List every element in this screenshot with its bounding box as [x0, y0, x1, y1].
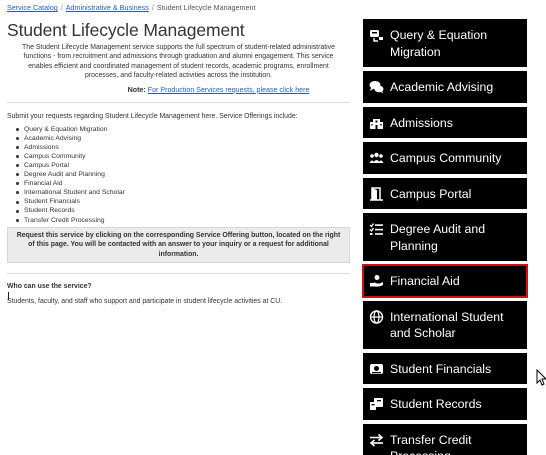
- chat-bubbles-icon: [369, 80, 384, 94]
- degree-audit-planning-button[interactable]: Degree Audit and Planning: [363, 213, 527, 261]
- financial-aid-button[interactable]: Financial Aid: [362, 264, 528, 298]
- button-label: Admissions: [390, 115, 453, 130]
- breadcrumb: Service Catalog / Administrative & Busines…: [7, 3, 256, 12]
- page-title: Student Lifecycle Management: [7, 20, 245, 40]
- id-card-icon: [369, 397, 384, 411]
- breadcrumb-separator: /: [60, 3, 63, 12]
- divider: [7, 101, 350, 103]
- building-icon: [369, 116, 384, 130]
- list-item: International Student and Scholar: [16, 188, 350, 197]
- database-arrows-icon: [369, 28, 384, 42]
- users-icon: [369, 151, 384, 165]
- offering-list: Query & Equation Migration Academic Advi…: [7, 125, 350, 225]
- list-item: Academic Advising: [16, 134, 350, 143]
- button-label: Financial Aid: [390, 274, 460, 288]
- submit-text: Submit your requests regarding Student L…: [7, 112, 298, 120]
- note-label: Note:: [127, 85, 146, 94]
- list-item: Transfer Credit Processing: [16, 216, 350, 225]
- hand-money-icon: [369, 274, 384, 288]
- text-cursor: [8, 292, 9, 300]
- checklist-icon: [369, 222, 384, 236]
- query-equation-migration-button[interactable]: Query & Equation Migration: [363, 19, 527, 67]
- academic-advising-button[interactable]: Academic Advising: [363, 71, 527, 103]
- service-offerings-sidebar: Query & Equation Migration Academic Advi…: [362, 19, 528, 455]
- main-content: Student Lifecycle Management The Student…: [7, 20, 350, 306]
- campus-portal-button[interactable]: Campus Portal: [363, 177, 527, 209]
- campus-community-button[interactable]: Campus Community: [363, 142, 527, 174]
- who-can-use-text: Students, faculty, and staff who support…: [7, 298, 283, 306]
- list-item: Degree Audit and Planning: [16, 170, 350, 179]
- list-item: Campus Portal: [16, 161, 350, 170]
- divider: [7, 273, 350, 275]
- button-label: Transfer Credit Processing: [390, 432, 472, 455]
- student-records-button[interactable]: Student Records: [363, 388, 527, 420]
- list-item: Campus Community: [16, 152, 350, 161]
- production-note: Note: For Production Services requests, …: [7, 86, 350, 95]
- mouse-pointer-icon: [536, 368, 546, 387]
- request-instructions-box: Request this service by clicking on the …: [7, 226, 350, 264]
- student-financials-button[interactable]: Student Financials: [363, 352, 527, 384]
- breadcrumb-current: Student Lifecycle Management: [156, 3, 256, 12]
- button-label: Academic Advising: [390, 80, 494, 94]
- list-item: Student Financials: [16, 197, 350, 206]
- button-label: Campus Community: [390, 151, 502, 165]
- service-description: The Student Lifecycle Management service…: [22, 44, 335, 80]
- button-label: Student Financials: [390, 361, 492, 376]
- transfer-credit-processing-button[interactable]: Transfer Credit Processing: [363, 423, 527, 455]
- list-item: Query & Equation Migration: [16, 125, 350, 134]
- door-icon: [369, 186, 384, 201]
- breadcrumb-service-catalog[interactable]: Service Catalog: [7, 3, 58, 12]
- button-label: Query & Equation Migration: [390, 28, 488, 59]
- page: Service Catalog / Administrative & Busines…: [0, 0, 546, 455]
- who-can-use-heading: Who can use the service?: [7, 283, 92, 291]
- breadcrumb-separator: /: [151, 3, 154, 12]
- button-label: Campus Portal: [390, 186, 472, 201]
- button-label: International Student and Scholar: [390, 309, 504, 341]
- list-item: Admissions: [16, 143, 350, 152]
- admissions-button[interactable]: Admissions: [363, 106, 527, 138]
- list-item: Student Records: [16, 206, 350, 215]
- money-bill-icon: [369, 362, 384, 376]
- production-services-link[interactable]: For Production Services requests, please…: [148, 86, 310, 94]
- button-label: Student Records: [390, 397, 482, 411]
- button-label: Degree Audit and Planning: [390, 222, 486, 253]
- breadcrumb-administrative-business[interactable]: Administrative & Business: [66, 3, 149, 12]
- globe-icon: [369, 309, 384, 324]
- list-item: Financial Aid: [16, 179, 350, 188]
- international-student-scholar-button[interactable]: International Student and Scholar: [363, 300, 527, 349]
- exchange-icon: [369, 433, 384, 447]
